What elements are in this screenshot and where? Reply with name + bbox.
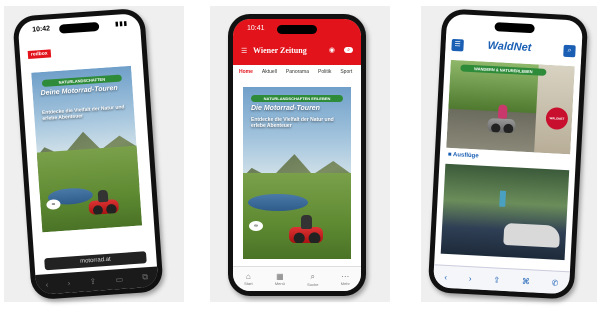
tab-sport[interactable]: Sport — [340, 69, 352, 75]
news-header: 10:41 ☰ Wiener Zeitung ◉ ⌕ — [233, 19, 361, 65]
dynamic-island — [277, 25, 317, 34]
bottom-toolbar: ‹ › ⇪ ⌘ ✆ — [432, 264, 570, 295]
ad-meadow — [243, 173, 351, 259]
ad-lake — [248, 193, 308, 211]
screenshot-panel-1: 10:42 ▮▮▮ redbox NATURLANDSCHAFTEN Deine… — [4, 6, 184, 302]
section-tabs: Home Aktuell Panorama Politik Sport — [239, 69, 352, 75]
search-icon[interactable]: ⌕ — [563, 44, 576, 58]
brand-title[interactable]: Wiener Zeitung — [253, 46, 307, 55]
nav-search[interactable]: ⌕ Suche — [307, 272, 318, 287]
phone-screen-1: 10:42 ▮▮▮ redbox NATURLANDSCHAFTEN Deine… — [17, 13, 159, 295]
screenshot-panel-2: 10:41 ☰ Wiener Zeitung ◉ ⌕ Home Aktuell … — [210, 6, 390, 302]
home-icon: ⌂ — [245, 272, 251, 281]
section-label-text: Ausflüge — [452, 152, 479, 160]
back-icon[interactable]: ‹ — [45, 280, 48, 289]
menu-icon[interactable]: ☰ — [451, 38, 464, 52]
nav-start[interactable]: ⌂ Start — [244, 272, 252, 286]
site-logo[interactable]: redbox — [27, 49, 51, 59]
ad-creative[interactable]: NATURLANDSCHAFTEN ERLEBEN Die Motorrad-T… — [243, 87, 351, 259]
share-icon[interactable]: ⇪ — [89, 276, 96, 285]
phone-icon[interactable]: ✆ — [551, 278, 558, 287]
status-time: 10:42 — [31, 25, 51, 34]
search-icon: ⌕ — [310, 271, 316, 281]
article-image[interactable] — [440, 163, 570, 261]
dynamic-island — [494, 22, 535, 34]
motorcycle-image — [289, 227, 323, 243]
grid-icon: ▦ — [276, 272, 284, 281]
account-icon[interactable]: ◉ — [329, 46, 335, 54]
ad-meadow — [36, 145, 143, 233]
ad-tag-pill: NATURLANDSCHAFTEN ERLEBEN — [251, 95, 343, 102]
bookmarks-icon[interactable]: ▭ — [115, 274, 123, 284]
rider-image — [497, 104, 508, 119]
phone-mockup-2: 10:41 ☰ Wiener Zeitung ◉ ⌕ Home Aktuell … — [228, 14, 366, 296]
search-icon[interactable]: ⌕ — [344, 47, 353, 53]
ad-creative[interactable]: WANDERN & NATURERLEBEN WALDNET — [446, 59, 575, 155]
rider-image — [97, 189, 109, 203]
nav-more[interactable]: ⋯ Mehr — [341, 272, 350, 286]
phone-screen-2: 10:41 ☰ Wiener Zeitung ◉ ⌕ Home Aktuell … — [233, 19, 361, 291]
tab-aktuell[interactable]: Aktuell — [262, 69, 277, 75]
motorcycle-image — [487, 117, 516, 134]
tabs-icon[interactable]: ⧉ — [142, 272, 148, 282]
tab-politik[interactable]: Politik — [318, 69, 331, 75]
status-time: 10:41 — [247, 25, 265, 32]
brand-logo[interactable]: WaldNet — [487, 40, 531, 54]
phone-mockup-3: ☰ WaldNet ⌕ WANDERN & NATURERLEBEN WALDN… — [427, 8, 589, 300]
bottom-nav: ⌂ Start ▦ Menü ⌕ Suche ⋯ Mehr — [233, 266, 361, 291]
back-icon[interactable]: ‹ — [444, 272, 447, 281]
more-icon: ⋯ — [341, 272, 350, 281]
brand-logo: ∞ — [249, 221, 263, 231]
share-icon[interactable]: ⇪ — [493, 275, 500, 284]
forward-icon[interactable]: › — [469, 274, 472, 283]
menu-icon[interactable]: ☰ — [241, 47, 247, 55]
rider-image — [301, 215, 312, 229]
signal-icon: ▮▮▮ — [114, 20, 129, 28]
ad-creative[interactable]: NATURLANDSCHAFTEN Deine Motorrad-Touren … — [31, 65, 143, 233]
tab-panorama[interactable]: Panorama — [286, 69, 309, 75]
car-image — [503, 222, 561, 248]
section-label: ■ Ausflüge — [448, 152, 479, 160]
screenshot-panel-3: ☰ WaldNet ⌕ WANDERN & NATURERLEBEN WALDN… — [421, 6, 597, 302]
tabs-icon[interactable]: ⌘ — [522, 276, 530, 285]
square-icon: ■ — [447, 151, 452, 159]
ad-headline: Die Motorrad-Touren — [251, 105, 320, 112]
nav-menu[interactable]: ▦ Menü — [275, 272, 285, 286]
person-image — [499, 190, 507, 207]
phone-mockup-1: 10:42 ▮▮▮ redbox NATURLANDSCHAFTEN Deine… — [12, 7, 164, 301]
tab-home[interactable]: Home — [239, 69, 253, 75]
forward-icon[interactable]: › — [67, 278, 70, 287]
ad-subline: Entdecke die Vielfalt der Natur und erle… — [251, 117, 334, 129]
browser-toolbar: ‹ › ⇪ ▭ ⧉ — [35, 266, 159, 295]
phone-screen-3: ☰ WaldNet ⌕ WANDERN & NATURERLEBEN WALDN… — [432, 13, 584, 295]
